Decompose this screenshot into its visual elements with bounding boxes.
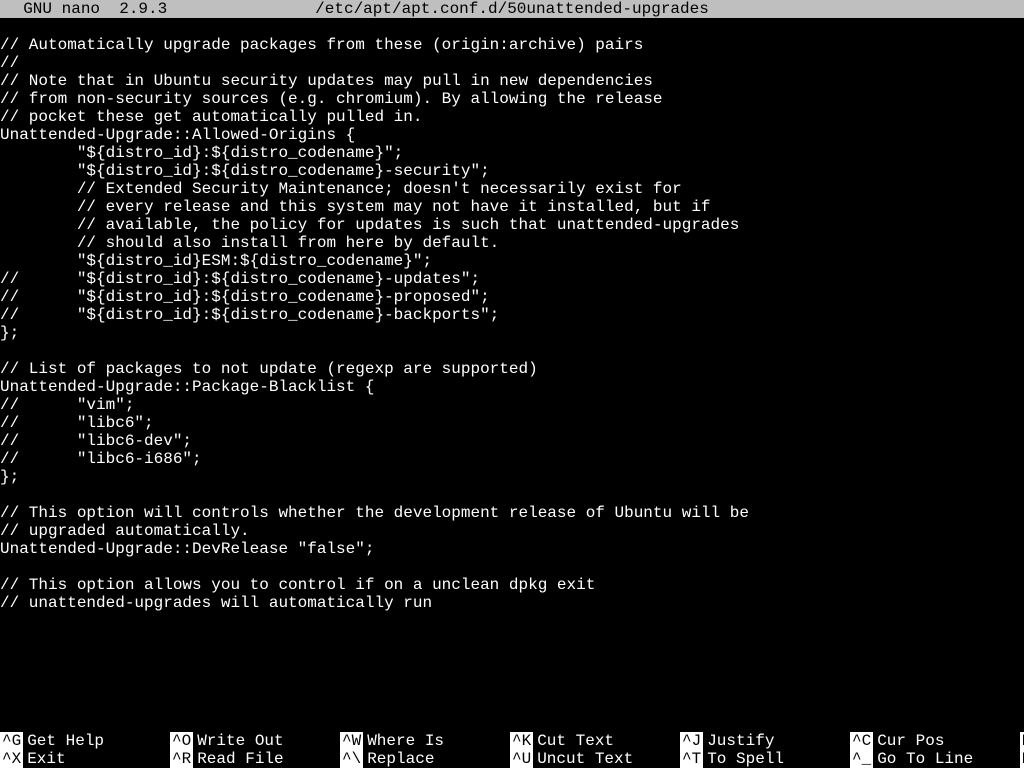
editor-line: // List of packages to not update (regex… <box>0 360 1024 378</box>
shortcut-label: Cut Text <box>533 732 614 750</box>
editor-line: // unattended-upgrades will automaticall… <box>0 594 1024 612</box>
shortcut-item[interactable]: ^\Replace <box>340 750 510 768</box>
shortcut-label: Where Is <box>363 732 444 750</box>
editor-line <box>0 486 1024 504</box>
shortcut-item[interactable]: ^WWhere Is <box>340 732 510 750</box>
editor-line: // This option will controls whether the… <box>0 504 1024 522</box>
shortcut-label: Exit <box>23 750 65 768</box>
shortcut-label: Write Out <box>193 732 283 750</box>
shortcut-key: ^U <box>510 750 533 768</box>
shortcut-label: Uncut Text <box>533 750 633 768</box>
shortcut-item[interactable]: ^CCur Pos <box>850 732 1020 750</box>
shortcut-label: Cur Pos <box>873 732 944 750</box>
shortcut-key: ^X <box>0 750 23 768</box>
shortcut-label: Read File <box>193 750 283 768</box>
editor-line: // "${distro_id}:${distro_codename}-prop… <box>0 288 1024 306</box>
shortcut-key: ^R <box>170 750 193 768</box>
shortcut-bar: ^GGet Help^OWrite Out^WWhere Is^KCut Tex… <box>0 732 1024 768</box>
shortcut-label: Replace <box>363 750 434 768</box>
editor-line: // "libc6-dev"; <box>0 432 1024 450</box>
shortcut-key: ^J <box>680 732 703 750</box>
shortcut-key: M-U <box>1020 732 1024 750</box>
shortcut-item[interactable]: ^_Go To Line <box>850 750 1020 768</box>
file-path: /etc/apt/apt.conf.d/50unattended-upgrade… <box>0 0 1024 18</box>
shortcut-item[interactable]: M-UUndo <box>1020 732 1024 750</box>
shortcut-key: ^G <box>0 732 23 750</box>
editor-line: // "libc6-i686"; <box>0 450 1024 468</box>
editor-line: // Automatically upgrade packages from t… <box>0 36 1024 54</box>
shortcut-key: ^_ <box>850 750 873 768</box>
title-bar: GNU nano 2.9.3 /etc/apt/apt.conf.d/50una… <box>0 0 1024 18</box>
editor-line: // every release and this system may not… <box>0 198 1024 216</box>
editor-line: Unattended-Upgrade::Package-Blacklist { <box>0 378 1024 396</box>
editor-line: // upgraded automatically. <box>0 522 1024 540</box>
shortcut-item[interactable]: ^OWrite Out <box>170 732 340 750</box>
editor-line: // available, the policy for updates is … <box>0 216 1024 234</box>
editor-line: // "${distro_id}:${distro_codename}-back… <box>0 306 1024 324</box>
editor-line: "${distro_id}:${distro_codename}-securit… <box>0 162 1024 180</box>
editor-line: // pocket these get automatically pulled… <box>0 108 1024 126</box>
shortcut-key: ^W <box>340 732 363 750</box>
shortcut-item[interactable]: ^KCut Text <box>510 732 680 750</box>
shortcut-key: ^T <box>680 750 703 768</box>
shortcut-item[interactable]: ^XExit <box>0 750 170 768</box>
shortcut-item[interactable]: ^UUncut Text <box>510 750 680 768</box>
editor-line: // Extended Security Maintenance; doesn'… <box>0 180 1024 198</box>
editor-area[interactable]: // Automatically upgrade packages from t… <box>0 18 1024 732</box>
shortcut-key: M-E <box>1020 750 1024 768</box>
editor-line <box>0 18 1024 36</box>
editor-line: }; <box>0 468 1024 486</box>
shortcut-label: To Spell <box>703 750 784 768</box>
editor-line <box>0 342 1024 360</box>
editor-line: Unattended-Upgrade::Allowed-Origins { <box>0 126 1024 144</box>
editor-line: // should also install from here by defa… <box>0 234 1024 252</box>
editor-line: // This option allows you to control if … <box>0 576 1024 594</box>
shortcut-item[interactable]: ^JJustify <box>680 732 850 750</box>
shortcut-row-1: ^GGet Help^OWrite Out^WWhere Is^KCut Tex… <box>0 732 1024 750</box>
shortcut-label: Go To Line <box>873 750 973 768</box>
shortcut-key: ^\ <box>340 750 363 768</box>
shortcut-item[interactable]: ^GGet Help <box>0 732 170 750</box>
editor-line: // Note that in Ubuntu security updates … <box>0 72 1024 90</box>
shortcut-label: Get Help <box>23 732 104 750</box>
editor-line <box>0 558 1024 576</box>
shortcut-row-2: ^XExit^RRead File^\Replace^UUncut Text^T… <box>0 750 1024 768</box>
editor-line: // "${distro_id}:${distro_codename}-upda… <box>0 270 1024 288</box>
editor-line: // "libc6"; <box>0 414 1024 432</box>
editor-line: // from non-security sources (e.g. chrom… <box>0 90 1024 108</box>
shortcut-label: Justify <box>703 732 774 750</box>
shortcut-key: ^C <box>850 732 873 750</box>
shortcut-key: ^K <box>510 732 533 750</box>
shortcut-item[interactable]: ^RRead File <box>170 750 340 768</box>
shortcut-item[interactable]: M-ERedo <box>1020 750 1024 768</box>
editor-line: "${distro_id}:${distro_codename}"; <box>0 144 1024 162</box>
shortcut-item[interactable]: ^TTo Spell <box>680 750 850 768</box>
shortcut-key: ^O <box>170 732 193 750</box>
editor-line: }; <box>0 324 1024 342</box>
editor-line: // <box>0 54 1024 72</box>
editor-line: // "vim"; <box>0 396 1024 414</box>
editor-line: Unattended-Upgrade::DevRelease "false"; <box>0 540 1024 558</box>
editor-line: "${distro_id}ESM:${distro_codename}"; <box>0 252 1024 270</box>
